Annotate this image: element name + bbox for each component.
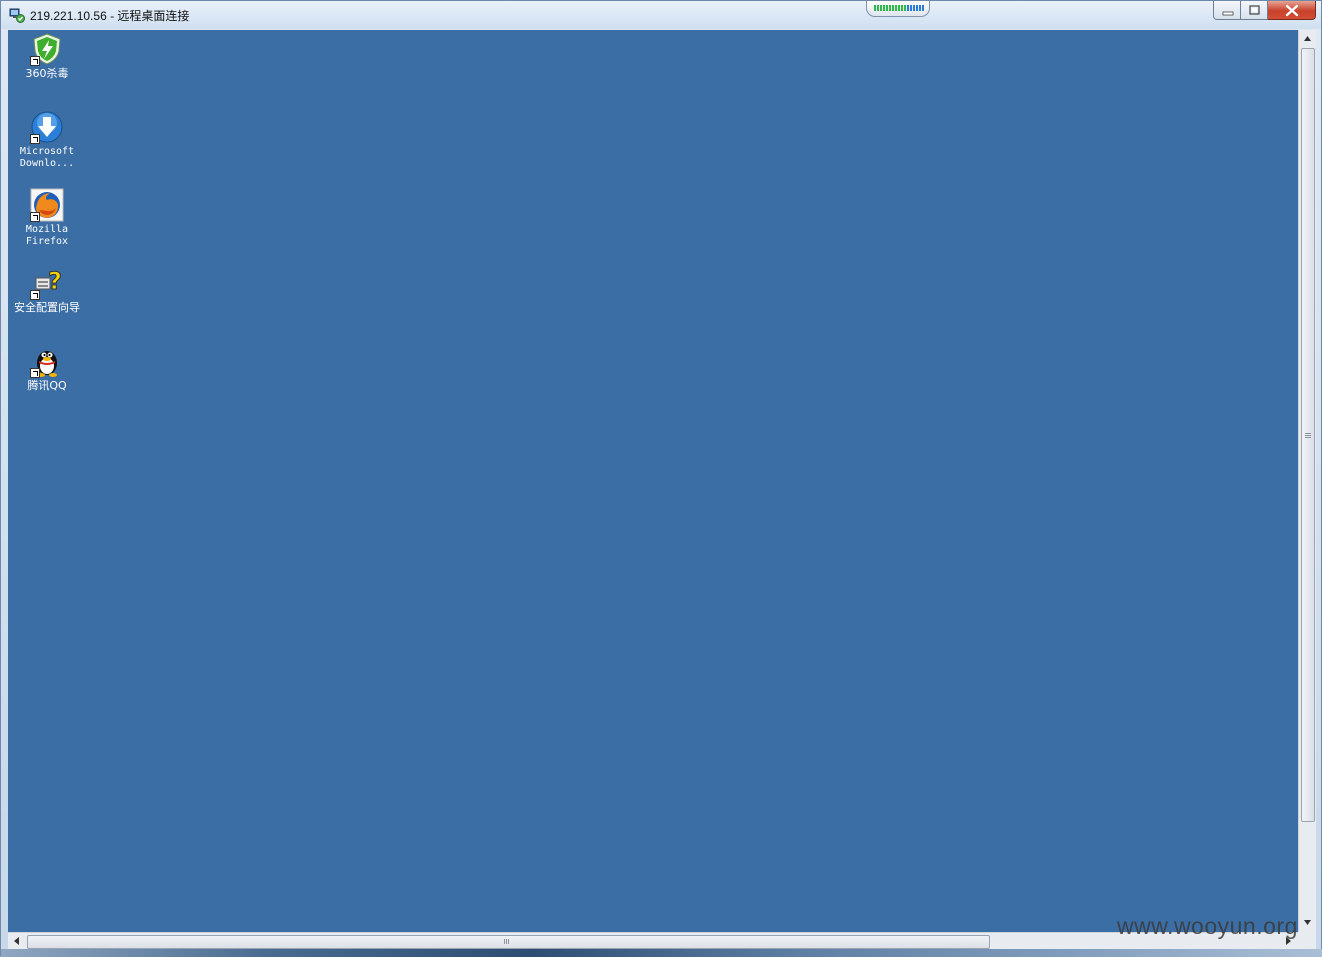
scroll-left-arrow-icon[interactable] (8, 933, 25, 949)
svg-text:?: ? (48, 267, 62, 295)
desktop-icon-label: 360杀毒 (25, 67, 69, 80)
close-button[interactable] (1268, 1, 1316, 20)
minimize-icon (1222, 11, 1234, 16)
horizontal-scroll-thumb[interactable] (27, 935, 990, 949)
vertical-scrollbar[interactable] (1298, 30, 1316, 932)
watermark-text: www.wooyun.org (1117, 913, 1298, 939)
desktop-icon-label-line1: Mozilla (25, 224, 69, 235)
scroll-grip-icon (1305, 433, 1311, 439)
desktop-icon-label-line1: Microsoft (19, 146, 75, 157)
security-wizard-icon: ? (30, 266, 64, 300)
minimize-button[interactable] (1213, 1, 1241, 20)
window-title: 219.221.10.56 - 远程桌面连接 (30, 9, 190, 23)
shortcut-arrow-icon (30, 56, 40, 66)
remote-desktop-window: 219.221.10.56 - 远程桌面连接 360杀毒 Microsoft D… (0, 0, 1322, 957)
scrollbar-corner (1298, 932, 1316, 949)
connection-bar[interactable] (866, 1, 930, 17)
scroll-up-arrow-icon[interactable] (1299, 30, 1316, 47)
scroll-down-arrow-icon[interactable] (1299, 914, 1316, 931)
desktop-icon-label-line2: Firefox (25, 236, 69, 247)
desktop-icon-label-line2: Downlo... (19, 158, 75, 169)
desktop-icon-label: 腾讯QQ (27, 379, 67, 392)
scroll-grip-icon (504, 939, 510, 944)
desktop-icon-microsoft-download[interactable]: Microsoft Downlo... (9, 110, 85, 170)
maximize-button[interactable] (1241, 1, 1268, 20)
remote-desktop-app-icon[interactable] (9, 7, 25, 23)
desktop-icon-firefox[interactable]: Mozilla Firefox (9, 188, 85, 248)
vertical-scroll-thumb[interactable] (1301, 48, 1315, 822)
desktop-icon-label: 安全配置向导 (14, 301, 80, 314)
restore-icon (1249, 5, 1260, 15)
360-antivirus-shield-icon (30, 32, 64, 66)
title-bar[interactable]: 219.221.10.56 - 远程桌面连接 (1, 1, 1321, 29)
close-icon (1285, 4, 1299, 17)
shortcut-arrow-icon (30, 368, 40, 378)
horizontal-scrollbar[interactable] (8, 932, 1298, 949)
firefox-icon (30, 188, 64, 222)
qq-penguin-icon (30, 344, 64, 378)
signal-strength-tail (907, 5, 924, 11)
desktop-icon-360[interactable]: 360杀毒 (9, 32, 85, 80)
remote-desktop-surface[interactable]: 360杀毒 Microsoft Downlo... Mozilla Firefo… (8, 30, 1298, 932)
desktop-icon-qq[interactable]: 腾讯QQ (9, 344, 85, 392)
shortcut-arrow-icon (30, 134, 40, 144)
desktop-icon-security-wizard[interactable]: ? 安全配置向导 (9, 266, 85, 314)
shortcut-arrow-icon (30, 290, 40, 300)
download-arrow-globe-icon (30, 110, 64, 144)
shortcut-arrow-icon (30, 212, 40, 222)
